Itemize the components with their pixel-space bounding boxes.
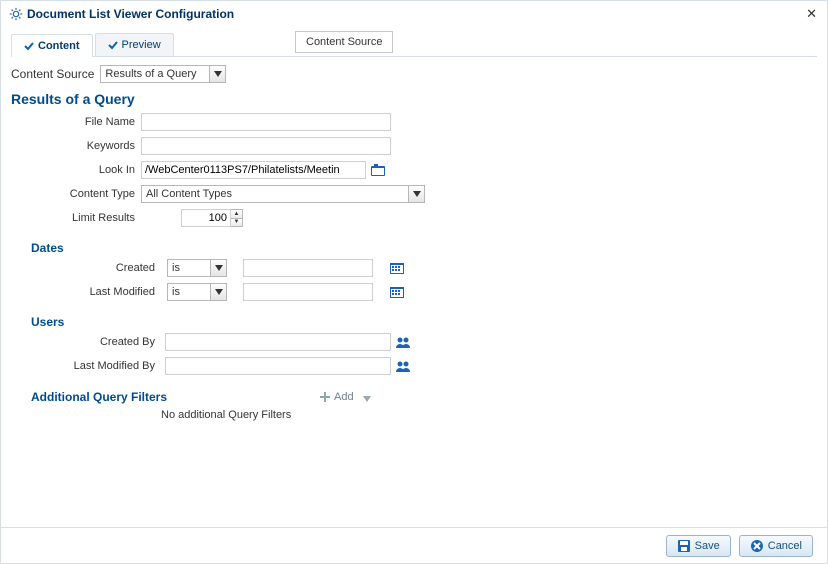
save-icon: [677, 539, 691, 553]
created-row: Created is: [11, 259, 817, 277]
keywords-label: Keywords: [11, 140, 141, 152]
modified-by-row: Last Modified By: [11, 357, 817, 375]
add-filter-label: Add: [334, 391, 354, 403]
content-source-select[interactable]: Results of a Query: [100, 65, 226, 83]
modified-by-label: Last Modified By: [11, 360, 161, 372]
content-source-row: Content Source Results of a Query: [11, 65, 817, 83]
modified-label: Last Modified: [11, 286, 161, 298]
people-picker-icon[interactable]: [395, 359, 411, 373]
browse-icon[interactable]: [370, 163, 386, 177]
cancel-icon: [750, 539, 764, 553]
close-icon[interactable]: ✕: [804, 6, 819, 22]
modified-op-select[interactable]: is: [167, 283, 227, 301]
limit-spinner[interactable]: ▲ ▼: [231, 209, 243, 227]
add-filter-button[interactable]: Add: [315, 389, 375, 405]
limit-input[interactable]: [181, 209, 231, 227]
look-in-label: Look In: [11, 164, 141, 176]
file-name-input[interactable]: [141, 113, 391, 131]
results-heading: Results of a Query: [11, 91, 817, 107]
content-source-value: Results of a Query: [101, 68, 209, 80]
tabstrip: Content Preview Content Source: [11, 33, 817, 57]
spin-up-icon[interactable]: ▲: [231, 210, 242, 219]
spin-down-icon[interactable]: ▼: [231, 219, 242, 227]
created-by-input[interactable]: [165, 333, 391, 351]
dialog: Document List Viewer Configuration ✕ Con…: [0, 0, 828, 564]
created-by-label: Created By: [11, 336, 161, 348]
aqf-heading-row: Additional Query Filters Add: [31, 389, 817, 405]
aqf-empty-text: No additional Query Filters: [161, 409, 817, 421]
dialog-title: Document List Viewer Configuration: [27, 7, 804, 21]
check-icon: [108, 40, 118, 50]
dropdown-button[interactable]: [210, 284, 226, 300]
dropdown-button[interactable]: [210, 260, 226, 276]
tab-content-label: Content: [38, 40, 80, 52]
chevron-down-icon: [363, 393, 371, 401]
plus-icon: [319, 391, 331, 403]
people-picker-icon[interactable]: [395, 335, 411, 349]
tooltip-content-source: Content Source: [295, 31, 393, 53]
save-label: Save: [695, 540, 720, 552]
created-op-value: is: [168, 262, 210, 274]
look-in-input[interactable]: [141, 161, 366, 179]
modified-op-value: is: [168, 286, 210, 298]
tab-content[interactable]: Content: [11, 34, 93, 57]
results-form: File Name Keywords Look In Content Type …: [11, 113, 411, 227]
gear-icon: [9, 7, 23, 21]
file-name-label: File Name: [11, 116, 141, 128]
aqf-heading: Additional Query Filters: [31, 390, 167, 404]
created-date-input[interactable]: [243, 259, 373, 277]
keywords-input[interactable]: [141, 137, 391, 155]
dropdown-button[interactable]: [209, 66, 225, 82]
created-op-select[interactable]: is: [167, 259, 227, 277]
calendar-icon[interactable]: [389, 261, 405, 275]
modified-date-input[interactable]: [243, 283, 373, 301]
button-bar: Save Cancel: [1, 527, 827, 563]
limit-label: Limit Results: [11, 212, 141, 224]
save-button[interactable]: Save: [666, 535, 731, 557]
content-source-label: Content Source: [11, 67, 94, 81]
modified-by-input[interactable]: [165, 357, 391, 375]
created-label: Created: [11, 262, 161, 274]
tab-preview-label: Preview: [122, 39, 161, 51]
tab-preview[interactable]: Preview: [95, 33, 174, 56]
created-by-row: Created By: [11, 333, 817, 351]
modified-row: Last Modified is: [11, 283, 817, 301]
content-type-select[interactable]: All Content Types: [141, 185, 425, 203]
content-type-label: Content Type: [11, 188, 141, 200]
cancel-label: Cancel: [768, 540, 802, 552]
users-heading: Users: [31, 315, 817, 329]
dropdown-button[interactable]: [408, 186, 424, 202]
dialog-body: Content Preview Content Source Content S…: [1, 27, 827, 471]
cancel-button[interactable]: Cancel: [739, 535, 813, 557]
dates-heading: Dates: [31, 241, 817, 255]
check-icon: [24, 41, 34, 51]
content-type-value: All Content Types: [142, 188, 408, 200]
title-bar: Document List Viewer Configuration ✕: [1, 1, 827, 27]
calendar-icon[interactable]: [389, 285, 405, 299]
